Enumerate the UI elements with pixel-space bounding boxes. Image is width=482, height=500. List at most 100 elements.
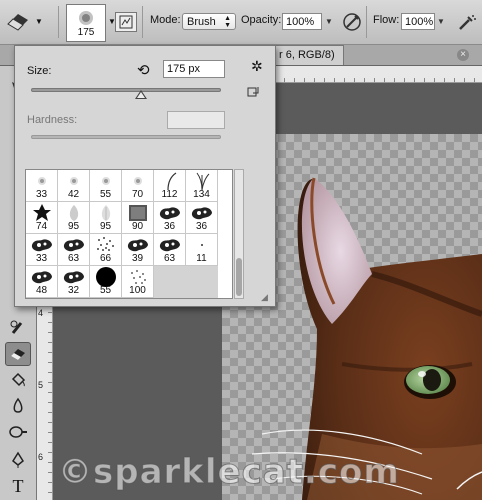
soft-brush-icon <box>79 11 93 25</box>
watermark: ©sparklecat.com <box>58 452 400 493</box>
brush-preset-cell[interactable]: 95 <box>90 202 122 234</box>
brush-tip-icon <box>90 235 121 255</box>
brush-preset-size: 11 <box>196 253 207 264</box>
brush-preset-cell[interactable]: 42 <box>58 170 90 202</box>
brush-preset-cell[interactable]: 112 <box>154 170 186 202</box>
brush-preset-cell[interactable]: 48 <box>26 266 58 298</box>
brush-preset-cell[interactable]: 90 <box>122 202 154 234</box>
size-slider-thumb[interactable] <box>135 90 148 99</box>
flow-value: 100% <box>405 15 434 28</box>
brush-panel-toggle[interactable] <box>115 12 137 32</box>
document-tab-title: r 6, RGB/8) <box>279 49 335 61</box>
tool-pen[interactable] <box>5 448 31 472</box>
brush-preset-size: 32 <box>67 285 80 296</box>
tool-eraser[interactable] <box>5 342 31 366</box>
mode-select[interactable]: Brush ▲ ▼ <box>182 13 236 30</box>
brush-preset-size: 74 <box>35 221 48 232</box>
brush-tip-icon <box>122 171 153 191</box>
brush-preset-size: 100 <box>129 285 146 296</box>
brush-preset-picker[interactable]: 175 <box>66 4 106 42</box>
brush-preset-cell[interactable]: 11 <box>186 234 218 266</box>
brush-preset-size: 39 <box>131 253 144 264</box>
flow-field[interactable]: 100% <box>401 13 435 30</box>
tool-dodge[interactable] <box>5 420 31 444</box>
brush-preset-cell[interactable]: 95 <box>58 202 90 234</box>
presets-scrollbar[interactable] <box>234 169 244 299</box>
tool-history-brush[interactable] <box>5 316 31 340</box>
brush-preset-cell[interactable]: 55 <box>90 266 122 298</box>
brush-preset-cell[interactable]: 32 <box>58 266 90 298</box>
opacity-label: Opacity: <box>241 14 282 26</box>
reset-size-button[interactable]: ⟲ <box>137 61 150 79</box>
tool-type[interactable]: T <box>5 474 31 498</box>
type-icon: T <box>12 475 24 496</box>
dodge-icon <box>9 426 27 438</box>
ruler-mark: 6 <box>38 452 44 462</box>
brush-preset-size: 112 <box>161 189 178 200</box>
history-brush-icon <box>10 320 23 334</box>
brush-preset-popup: Size: ⟲ 175 px ✲ Hardness: 33 42 55 70 112 13… <box>14 45 276 307</box>
new-preset-button[interactable] <box>247 86 259 98</box>
size-slider-track[interactable] <box>31 88 221 92</box>
brush-preset-cell[interactable]: 74 <box>26 202 58 234</box>
divider <box>366 6 367 38</box>
mode-label: Mode: <box>150 14 181 26</box>
stepper-arrows-icon: ▲ ▼ <box>224 14 231 29</box>
brush-preset-cell[interactable]: 66 <box>90 234 122 266</box>
brush-preset-cell[interactable]: 55 <box>90 170 122 202</box>
brush-preset-cell[interactable]: 33 <box>26 170 58 202</box>
tool-blur[interactable] <box>5 394 31 418</box>
brush-tip-icon <box>26 171 57 191</box>
brush-preset-cell[interactable]: 39 <box>122 234 154 266</box>
size-field[interactable]: 175 px <box>163 60 225 78</box>
pressure-opacity-button[interactable] <box>340 10 364 34</box>
mode-value: Brush <box>187 15 216 28</box>
brush-size-readout: 175 <box>77 27 95 38</box>
tablet-pressure-icon <box>343 13 361 31</box>
brush-preset-size: 70 <box>131 189 144 200</box>
opacity-dropdown[interactable]: ▼ <box>324 13 334 30</box>
reset-icon: ⟲ <box>137 62 150 79</box>
brush-tip-icon <box>58 235 89 255</box>
brush-preset-size: 36 <box>163 221 176 232</box>
opacity-field[interactable]: 100% <box>282 13 322 30</box>
hardness-label: Hardness: <box>27 114 78 126</box>
brush-preset-cell[interactable]: 36 <box>186 202 218 234</box>
tool-preset-picker[interactable]: ▼ <box>4 8 44 34</box>
brush-preset-cell[interactable]: 36 <box>154 202 186 234</box>
brush-preset-size: 90 <box>131 221 144 232</box>
popup-settings-button[interactable]: ✲ <box>251 58 263 75</box>
brush-preset-cell[interactable]: 33 <box>26 234 58 266</box>
close-icon[interactable]: × <box>457 49 469 61</box>
presets-scroll-thumb[interactable] <box>236 258 242 296</box>
brush-preset-size: 33 <box>35 189 48 200</box>
brush-preset-size: 48 <box>35 285 48 296</box>
brush-preset-cell[interactable]: 63 <box>58 234 90 266</box>
document-tab[interactable]: r 6, RGB/8) <box>270 45 344 65</box>
hardness-field <box>167 111 225 129</box>
brush-preset-cell[interactable]: 134 <box>186 170 218 202</box>
brush-preset-size: 66 <box>99 253 112 264</box>
brush-preset-cell[interactable]: 70 <box>122 170 154 202</box>
brush-presets-grid[interactable]: 33 42 55 70 112 134 74 95 95 90 36 36 33 63 66 39 63 11 48… <box>25 169 233 299</box>
tool-paint-bucket[interactable] <box>5 368 31 392</box>
pen-icon <box>12 451 24 468</box>
flow-dropdown[interactable]: ▼ <box>436 13 446 30</box>
brush-preset-size: 95 <box>67 221 80 232</box>
size-value: 175 px <box>167 63 201 75</box>
opacity-value: 100% <box>286 15 315 28</box>
brush-preset-size: 134 <box>193 189 210 200</box>
chevron-down-icon: ▼ <box>35 16 43 26</box>
popup-resize-grip[interactable]: ◢ <box>261 292 268 303</box>
brush-tip-icon <box>186 171 217 191</box>
airbrush-button[interactable] <box>455 10 479 34</box>
flow-label: Flow: <box>373 14 400 26</box>
eraser-icon <box>7 14 28 31</box>
brush-preset-cell[interactable]: 100 <box>122 266 154 298</box>
brush-preset-size: 42 <box>67 189 80 200</box>
brush-preset-cell[interactable]: 63 <box>154 234 186 266</box>
brush-tip-icon <box>154 203 185 223</box>
ruler-mark: 4 <box>38 308 44 318</box>
brush-preset-size: 95 <box>99 221 112 232</box>
brush-tip-icon <box>90 171 121 191</box>
